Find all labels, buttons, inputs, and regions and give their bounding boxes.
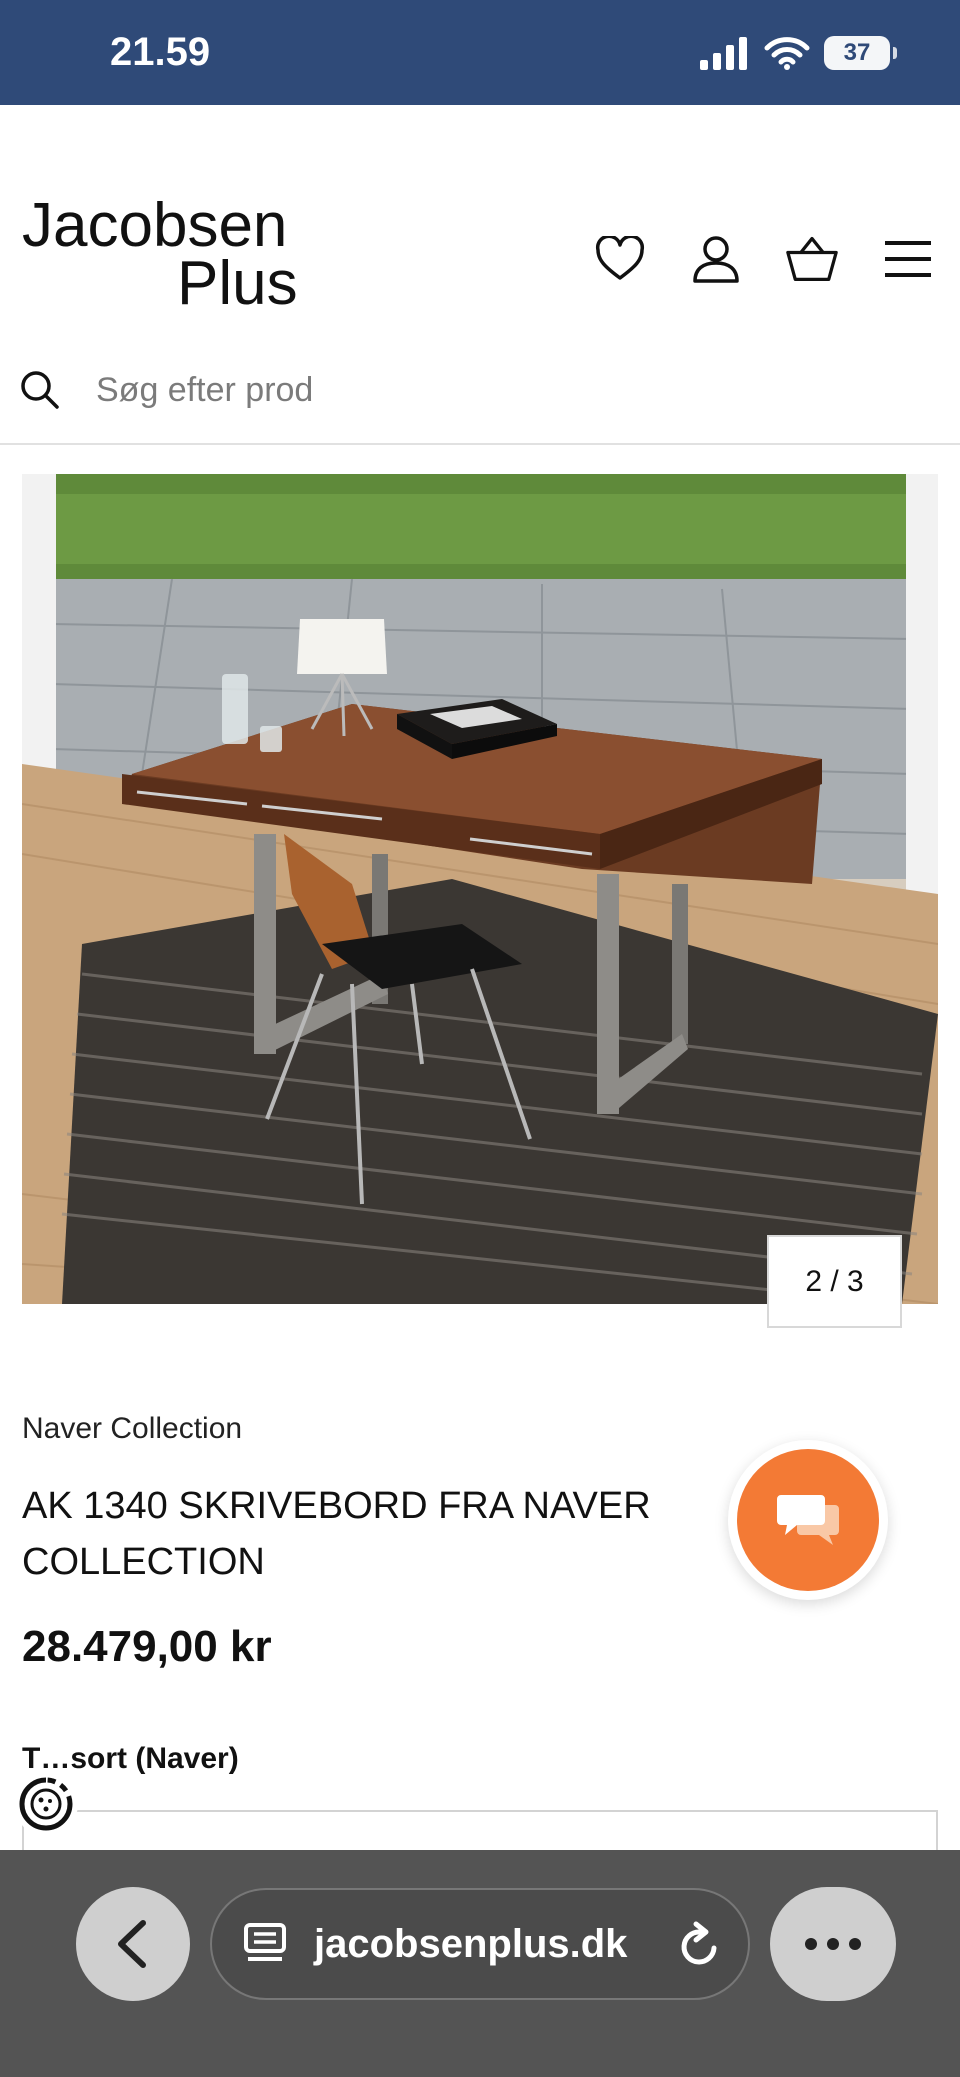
wifi-icon [764, 37, 810, 70]
status-icons: 37 [700, 36, 897, 70]
status-bar: 21.59 37 [0, 0, 960, 105]
image-counter: 2 / 3 [767, 1235, 902, 1328]
more-options-button[interactable] [770, 1887, 896, 2001]
status-time: 21.59 [110, 30, 211, 74]
chat-button[interactable] [728, 1440, 888, 1600]
url-text: jacobsenplus.dk [314, 1921, 628, 1966]
user-icon[interactable] [690, 233, 742, 285]
variant-label: T…sort (Naver) [22, 1742, 239, 1775]
logo[interactable]: Jacobsen Plus [22, 191, 302, 318]
chevron-left-icon [118, 1920, 146, 1968]
cookie-settings-button[interactable] [14, 1772, 78, 1836]
site-header: Jacobsen Plus [0, 105, 960, 445]
reload-icon[interactable] [676, 1920, 724, 1970]
address-bar[interactable]: jacobsenplus.dk [210, 1888, 750, 2000]
product-price: 28.479,00 kr [22, 1622, 272, 1671]
browser-toolbar: jacobsenplus.dk [0, 1850, 960, 2077]
chat-icon [737, 1449, 879, 1591]
basket-icon[interactable] [786, 233, 838, 285]
search-bar [20, 355, 940, 425]
product-brand[interactable]: Naver Collection [22, 1412, 242, 1446]
more-icon [805, 1938, 861, 1950]
signal-icon [700, 37, 747, 70]
product-image[interactable] [22, 474, 938, 1304]
back-button[interactable] [76, 1887, 190, 2001]
battery-indicator: 37 [824, 36, 897, 70]
logo-line-1: Jacobsen [22, 191, 288, 260]
menu-icon[interactable] [882, 233, 934, 285]
search-input[interactable] [96, 370, 796, 410]
reader-icon[interactable] [242, 1921, 288, 1967]
cookie-icon [19, 1777, 73, 1831]
logo-line-2: Plus [177, 249, 298, 318]
heart-icon[interactable] [594, 233, 646, 285]
search-icon[interactable] [20, 370, 60, 410]
header-icons [594, 233, 934, 285]
product-title: AK 1340 SKRIVEBORD FRA NAVER COLLECTION [22, 1485, 651, 1583]
